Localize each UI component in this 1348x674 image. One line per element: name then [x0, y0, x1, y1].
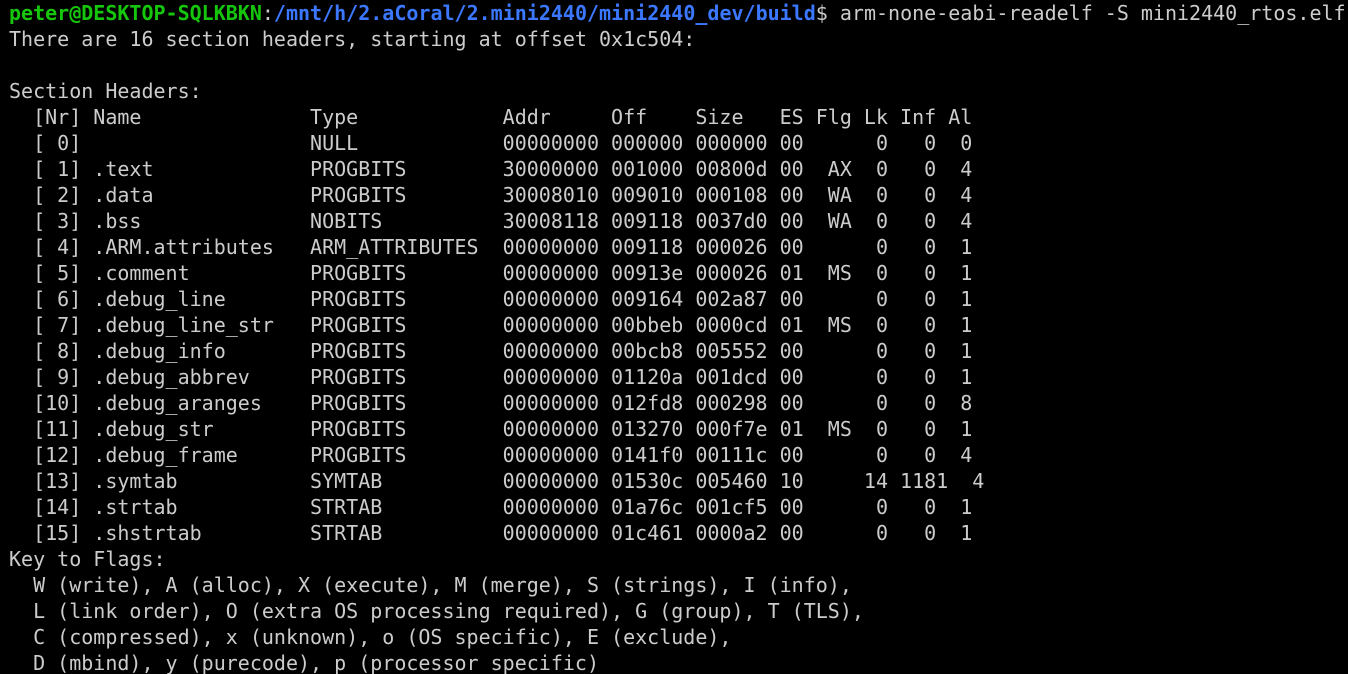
prompt-symbol: $ — [815, 1, 828, 25]
flags-key-line: L (link order), O (extra OS processing r… — [9, 599, 864, 623]
command-text: arm-none-eabi-readelf -S mini2440_rtos.e… — [827, 1, 1346, 25]
table-row: [ 0] NULL 00000000 000000 000000 00 0 0 … — [9, 131, 973, 155]
table-row: [ 4] .ARM.attributes ARM_ATTRIBUTES 0000… — [9, 235, 973, 259]
flags-key-title: Key to Flags: — [9, 547, 166, 571]
flags-key-line: D (mbind), y (purecode), p (processor sp… — [9, 651, 600, 674]
table-row: [12] .debug_frame PROGBITS 00000000 0141… — [9, 443, 973, 467]
table-row: [13] .symtab SYMTAB 00000000 01530c 0054… — [9, 469, 985, 493]
table-row: [ 9] .debug_abbrev PROGBITS 00000000 011… — [9, 365, 973, 389]
flags-key-line: C (compressed), x (unknown), o (OS speci… — [9, 625, 732, 649]
table-row: [ 8] .debug_info PROGBITS 00000000 00bcb… — [9, 339, 973, 363]
prompt-line: peter@DESKTOP-SQLKBKN:/mnt/h/2.aCoral/2.… — [9, 0, 1348, 26]
terminal-window[interactable]: peter@DESKTOP-SQLKBKN:/mnt/h/2.aCoral/2.… — [0, 0, 1348, 674]
table-row: [ 6] .debug_line PROGBITS 00000000 00916… — [9, 287, 973, 311]
table-row: [ 5] .comment PROGBITS 00000000 00913e 0… — [9, 261, 973, 285]
table-header: [Nr] Name Type Addr Off Size ES Flg Lk I… — [9, 105, 973, 129]
table-row: [10] .debug_aranges PROGBITS 00000000 01… — [9, 391, 973, 415]
summary-line: There are 16 section headers, starting a… — [9, 27, 696, 51]
flags-key-line: W (write), A (alloc), X (execute), M (me… — [9, 573, 852, 597]
table-row: [ 7] .debug_line_str PROGBITS 00000000 0… — [9, 313, 973, 337]
section-headers-title: Section Headers: — [9, 79, 202, 103]
table-row: [15] .shstrtab STRTAB 00000000 01c461 00… — [9, 521, 973, 545]
prompt-separator: : — [261, 1, 274, 25]
table-row: [ 1] .text PROGBITS 30000000 001000 0080… — [9, 157, 973, 181]
prompt-path: /mnt/h/2.aCoral/2.mini2440/mini2440_dev/… — [273, 1, 816, 25]
prompt-user-host: peter@DESKTOP-SQLKBKN — [9, 1, 262, 25]
table-row: [ 2] .data PROGBITS 30008010 009010 0001… — [9, 183, 973, 207]
table-row: [ 3] .bss NOBITS 30008118 009118 0037d0 … — [9, 209, 973, 233]
table-row: [11] .debug_str PROGBITS 00000000 013270… — [9, 417, 973, 441]
table-row: [14] .strtab STRTAB 00000000 01a76c 001c… — [9, 495, 973, 519]
